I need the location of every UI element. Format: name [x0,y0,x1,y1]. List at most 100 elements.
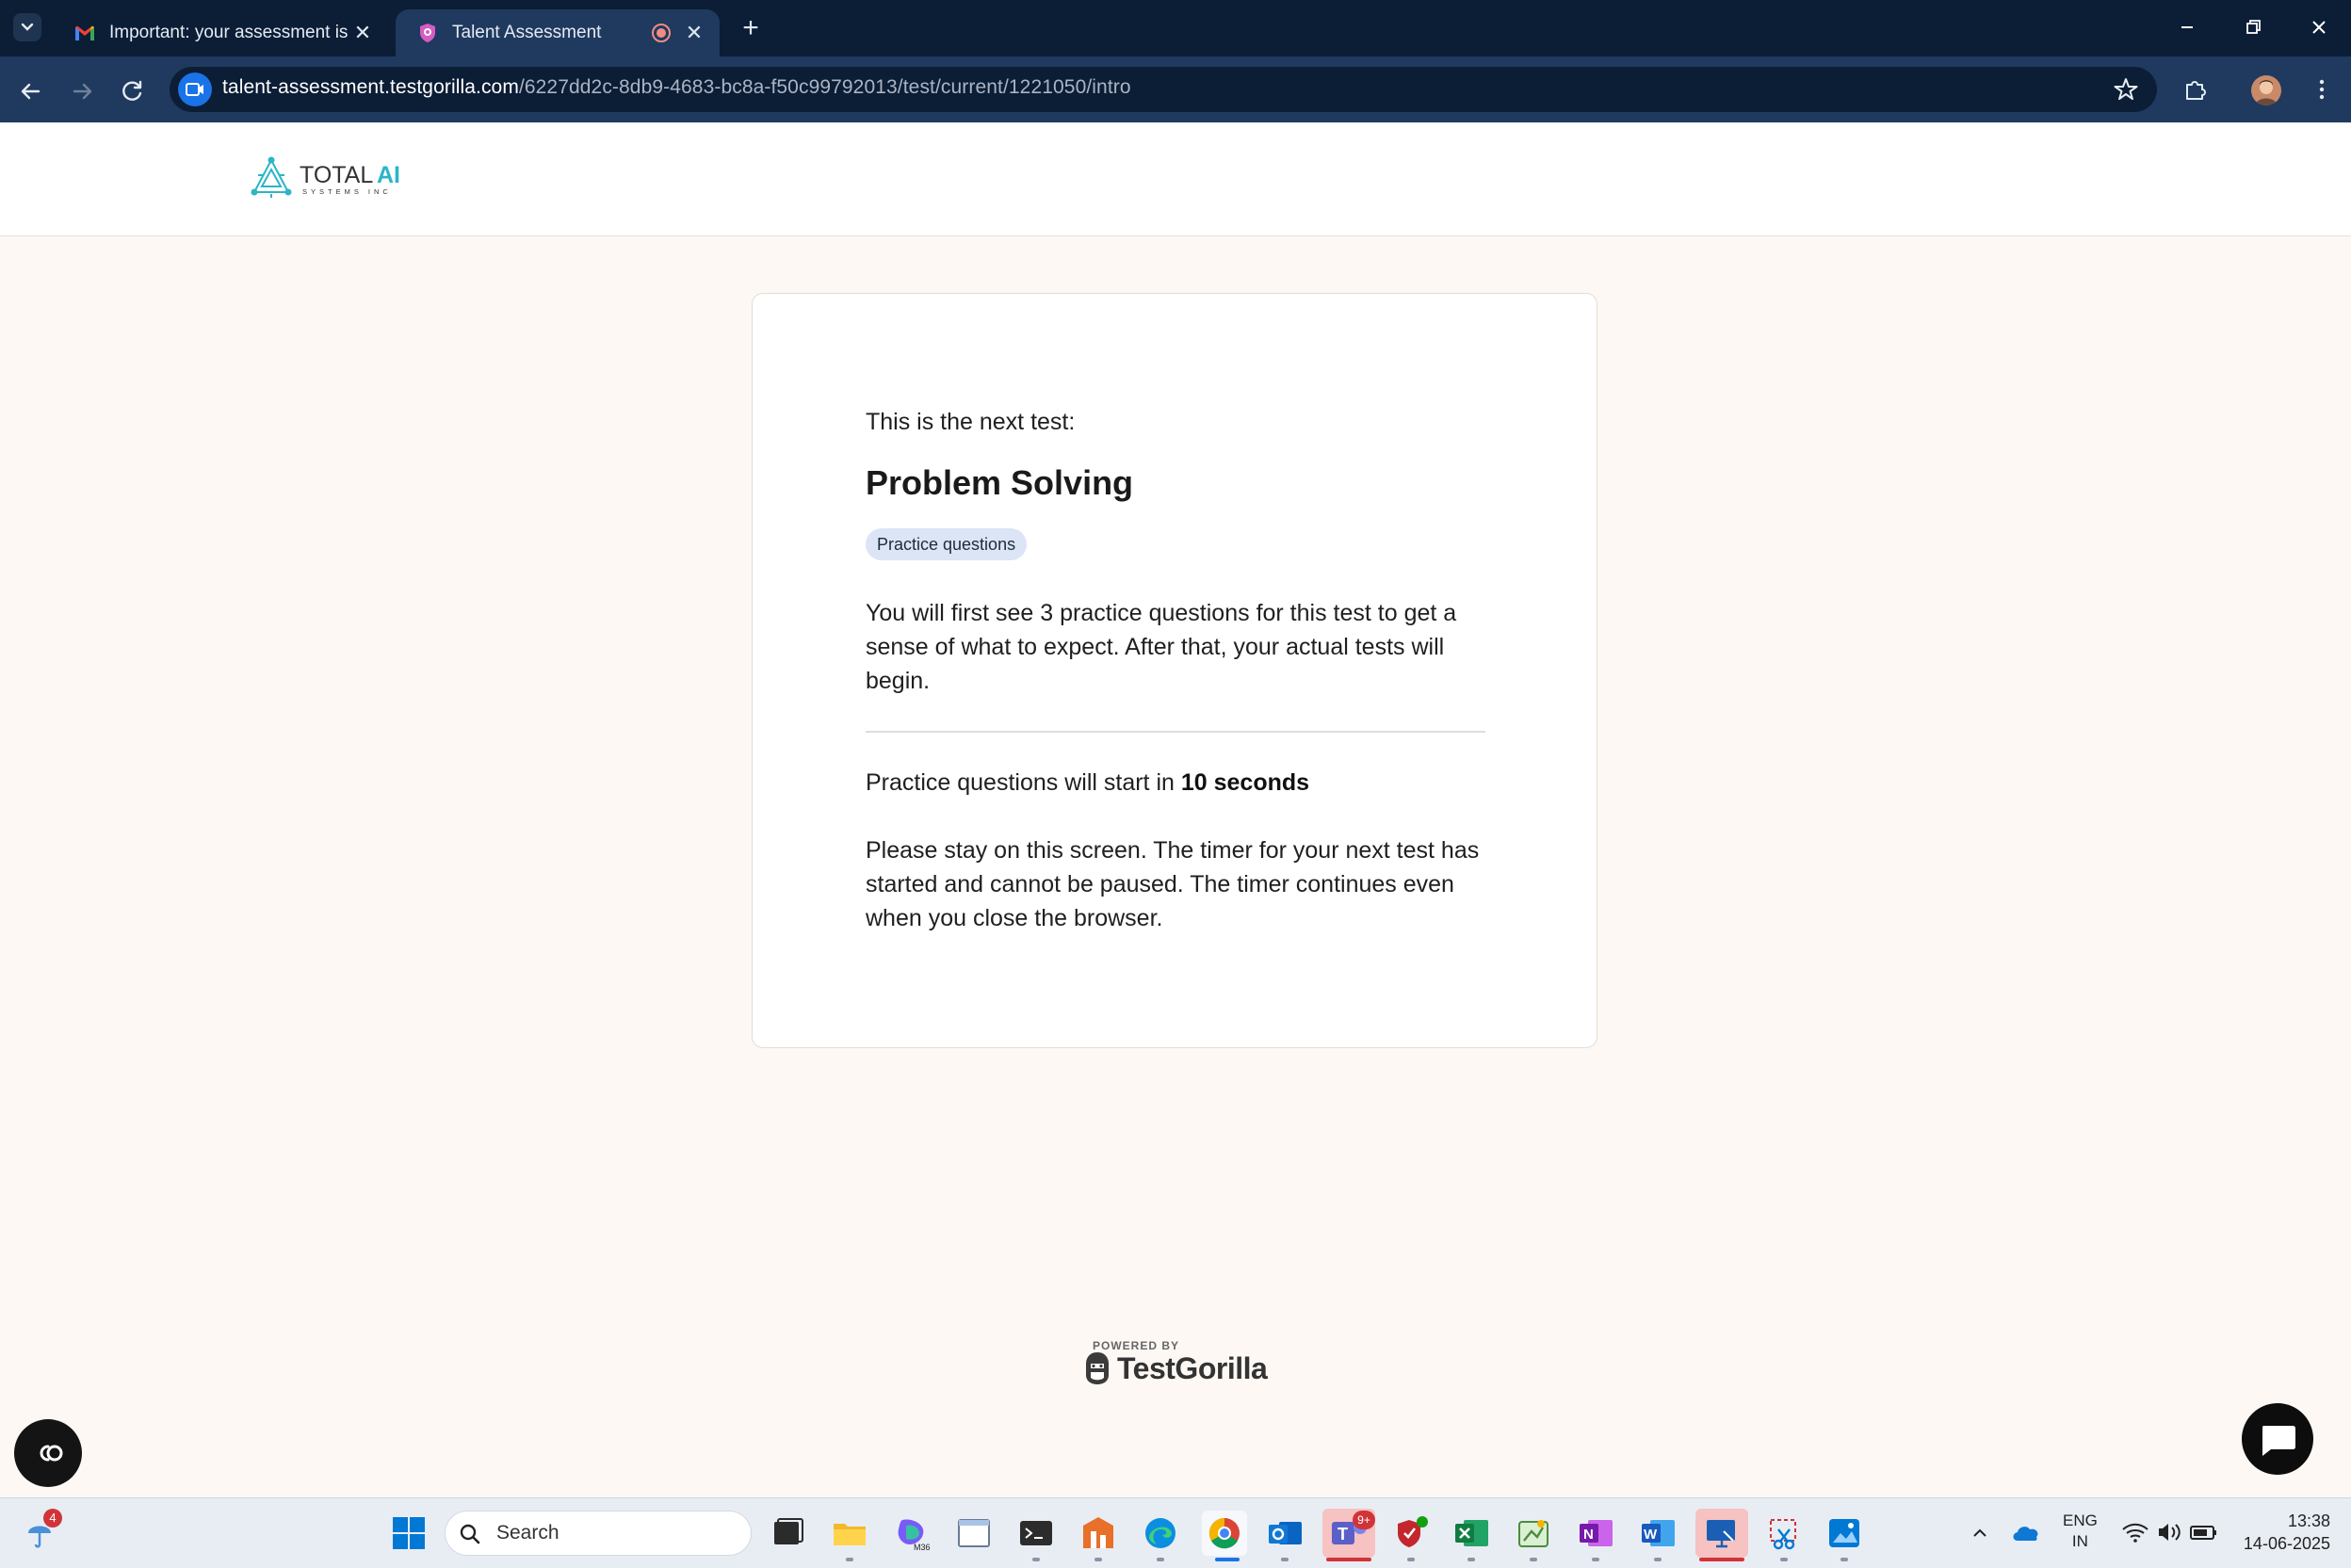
svg-text:T: T [1338,1525,1348,1544]
running-indicator [1840,1558,1848,1561]
m365-icon: M365 [898,1519,935,1552]
logo-text-total: TOTAL [300,162,373,188]
chat-button[interactable] [2242,1403,2313,1475]
clock[interactable]: 13:38 14-06-2025 [2230,1510,2330,1555]
shield-icon [1398,1516,1428,1547]
chrome-icon [1208,1517,1240,1549]
back-button[interactable] [15,75,47,107]
terminal-icon [1020,1521,1052,1545]
star-icon [2114,78,2138,100]
running-indicator [1592,1558,1599,1561]
window-icon [958,1519,990,1547]
running-indicator [1467,1558,1475,1561]
site-info-button[interactable] [178,73,212,106]
arrow-right-icon [73,83,92,100]
svg-text:N: N [1583,1527,1594,1543]
active-indicator [1215,1558,1240,1561]
extensions-button[interactable] [2180,73,2212,110]
url-path: /6227dd2c-8db9-4683-bc8a-f50c99792013/te… [518,76,1131,98]
avatar-icon [2255,80,2278,105]
m365-copilot-app[interactable]: M365 [893,1514,935,1552]
close-window-button[interactable] [2291,8,2347,47]
test-description: You will first see 3 practice questions … [866,600,1457,694]
gmail-icon [75,25,94,40]
weather-widget[interactable]: 4 [23,1509,64,1559]
close-tab-icon[interactable]: ✕ [682,21,706,45]
volume-icon [2159,1524,2181,1541]
company-logo: TOTAL AI SYSTEMS INC [251,156,411,206]
windows-logo-icon [393,1517,425,1549]
close-tab-icon[interactable]: ✕ [350,21,375,45]
edge-app[interactable] [1142,1514,1179,1552]
restore-icon [2246,20,2261,34]
input-language-button[interactable]: ENG IN [2063,1511,2098,1552]
test-title: Problem Solving [866,463,1134,502]
timer-warning: Please stay on this screen. The timer fo… [866,837,1480,931]
teams-app[interactable]: T 9+ [1322,1509,1375,1558]
arrow-left-icon [21,83,41,100]
url-host: talent-assessment.testgorilla.com [222,76,519,98]
running-indicator [1654,1558,1662,1561]
url-text[interactable]: talent-assessment.testgorilla.com/6227dd… [222,76,1131,99]
paint-app[interactable] [1515,1514,1552,1552]
profile-avatar[interactable] [2251,75,2281,105]
start-button[interactable] [390,1514,428,1552]
testgorilla-brand[interactable]: TestGorilla [1083,1350,1268,1386]
task-view-button[interactable] [769,1514,806,1552]
search-icon [458,1522,482,1551]
security-app[interactable] [1392,1514,1430,1552]
onedrive-button[interactable] [2010,1518,2042,1551]
tab-talent-assessment[interactable]: Talent Assessment ✕ [396,9,720,57]
gorilla-icon [1086,1352,1109,1384]
logo-text-ai: AI [377,162,400,188]
snipping-tool-app[interactable] [1765,1514,1803,1552]
forward-button[interactable] [66,75,98,107]
reload-icon [122,80,142,101]
minimize-window-button[interactable] [2159,8,2215,47]
more-vert-icon [2319,79,2325,100]
clock-time: 13:38 [2287,1511,2330,1530]
attention-indicator [1326,1558,1371,1561]
new-tab-button[interactable]: + [735,13,767,45]
teams-badge: 9+ [1353,1511,1375,1529]
accessibility-button[interactable] [14,1419,82,1487]
window-app[interactable] [955,1514,993,1552]
file-explorer-app[interactable] [831,1514,868,1552]
office-app[interactable] [1079,1514,1117,1552]
terminal-app[interactable] [1017,1514,1055,1552]
show-hidden-icons-button[interactable] [1967,1520,1993,1551]
countdown-prefix: Practice questions will start in [866,769,1181,796]
running-indicator [1032,1558,1040,1561]
wifi-icon [2122,1523,2148,1543]
practice-questions-badge: Practice questions [866,528,1028,560]
search-placeholder: Search [496,1522,559,1544]
puzzle-icon [2186,81,2206,100]
remote-desktop-app[interactable] [1695,1509,1748,1558]
running-indicator [1157,1558,1164,1561]
tab-gmail[interactable]: Important: your assessment is w ✕ [53,9,388,57]
reload-button[interactable] [117,75,149,107]
restore-window-button[interactable] [2225,8,2281,47]
outlook-app[interactable] [1266,1514,1304,1552]
taskbar-search[interactable] [445,1511,752,1556]
browser-menu-button[interactable] [2306,73,2338,110]
clock-date: 14-06-2025 [2243,1534,2330,1553]
countdown-text: Practice questions will start in 10 seco… [866,766,1487,800]
excel-app[interactable] [1452,1514,1490,1552]
testgorilla-icon [420,24,435,42]
running-indicator [1780,1558,1788,1561]
photos-app[interactable] [1825,1514,1863,1552]
chrome-app[interactable] [1202,1511,1247,1556]
onenote-app[interactable]: N [1577,1514,1614,1552]
bookmark-button[interactable] [2110,73,2142,110]
excel-icon [1455,1520,1488,1546]
running-indicator [1530,1558,1537,1561]
remote-desktop-icon [1707,1520,1735,1548]
recording-icon [652,24,671,42]
word-app[interactable]: W [1639,1514,1677,1552]
region-code: IN [2071,1532,2088,1550]
quick-settings-button[interactable] [2119,1518,2225,1551]
onenote-icon: N [1580,1520,1613,1546]
task-view-icon [774,1518,803,1544]
tab-search-button[interactable] [13,13,41,41]
